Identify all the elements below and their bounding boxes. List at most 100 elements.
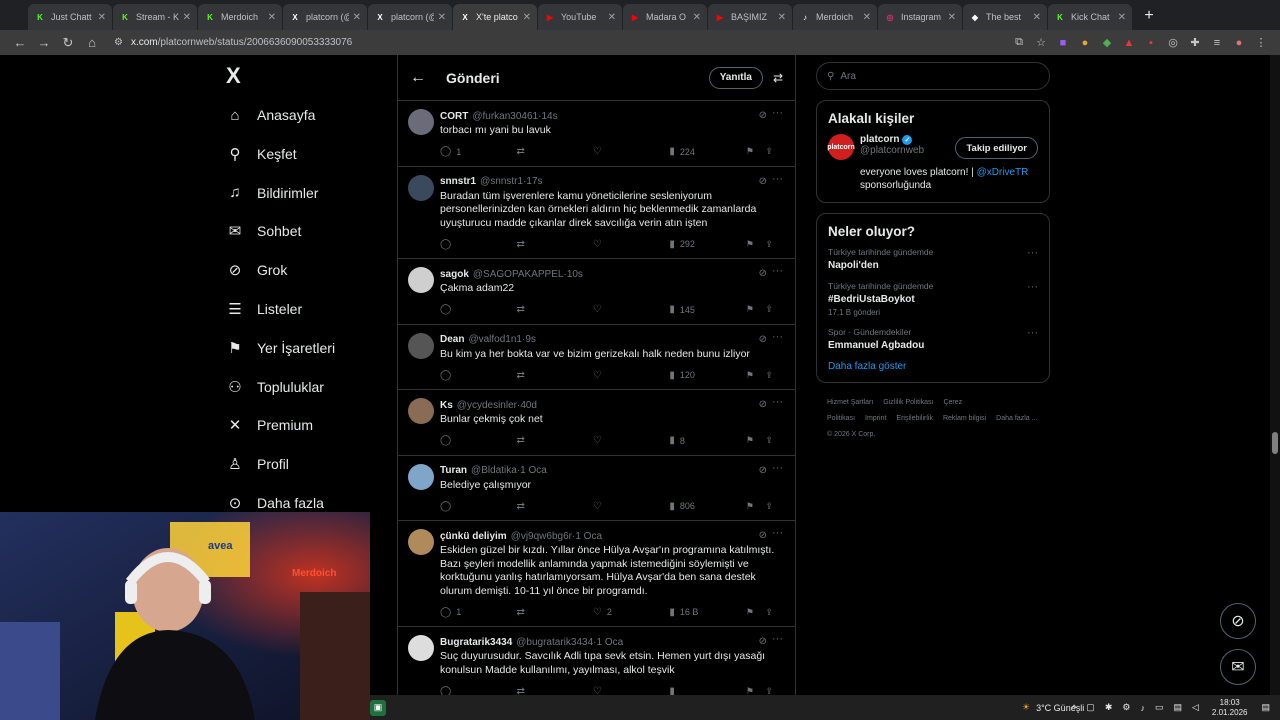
tweet-author-handle[interactable]: @furkan30461 bbox=[472, 111, 538, 122]
reply-button[interactable]: ◯ bbox=[440, 435, 516, 446]
avatar[interactable] bbox=[408, 398, 434, 424]
sidebar-item-list[interactable]: ☰ Listeler bbox=[226, 295, 302, 323]
reply-button[interactable]: ◯ bbox=[440, 304, 516, 315]
sidebar-item-x-premium[interactable]: ✕ Premium bbox=[226, 411, 313, 439]
grok-icon[interactable]: ⊘ bbox=[759, 176, 767, 187]
like-button[interactable]: ♡ bbox=[593, 686, 669, 696]
like-button[interactable]: ♡ bbox=[593, 501, 669, 512]
share-icon[interactable]: ⇪ bbox=[765, 501, 785, 512]
avatar[interactable] bbox=[408, 463, 434, 490]
home-icon[interactable]: ⌂ bbox=[80, 35, 104, 50]
tweet-time[interactable]: 17s bbox=[526, 176, 542, 187]
taskbar-clock[interactable]: 18:03 2.01.2026 bbox=[1212, 698, 1248, 718]
tweet-time[interactable]: 1 Oca bbox=[575, 531, 602, 542]
bookmark-icon[interactable]: ⚑ bbox=[746, 146, 766, 157]
tweet[interactable]: snnstr1 @snnstr1 · 17s ⊘ ··· Buradan tüm işv… bbox=[398, 167, 795, 259]
like-button[interactable]: ♡ bbox=[593, 239, 669, 250]
tray-app-icon[interactable]: ▭ bbox=[1155, 702, 1164, 713]
tweet-author-handle[interactable]: @snnstr1 bbox=[480, 176, 523, 187]
forward-icon[interactable]: → bbox=[32, 35, 56, 50]
tweet-time[interactable]: 1 Oca bbox=[520, 465, 547, 476]
footer-link[interactable]: Reklam bilgisi bbox=[943, 415, 986, 422]
bookmark-icon[interactable]: ⚑ bbox=[746, 304, 766, 315]
tab-close-icon[interactable]: ✕ bbox=[693, 12, 701, 23]
trend-item[interactable]: Türkiye tarihinde gündemde Napoli'den ··· bbox=[828, 247, 1038, 271]
tweet-author-name[interactable]: çünkü deliyim bbox=[440, 531, 507, 542]
avatar[interactable] bbox=[408, 332, 434, 359]
browser-tab[interactable]: ♪ Merdoich ✕ bbox=[793, 4, 877, 30]
tweet[interactable]: çünkü deliyim @vj9qw6bg6r · 1 Oca ⊘ ··· Eski… bbox=[398, 521, 795, 627]
more-options-icon[interactable]: ··· bbox=[772, 462, 783, 474]
extensions-puzzle-icon[interactable]: ✚ bbox=[1184, 36, 1206, 49]
like-button[interactable]: ♡ bbox=[593, 304, 669, 315]
share-icon[interactable]: ⇪ bbox=[765, 370, 785, 381]
more-options-icon[interactable]: ··· bbox=[772, 173, 783, 185]
retweet-button[interactable]: ⇄ bbox=[516, 146, 592, 157]
trend-item[interactable]: Türkiye tarihinde gündemde #BedriUstaBoyk… bbox=[828, 281, 1038, 317]
browser-tab[interactable]: ◆ The best ✕ bbox=[963, 4, 1047, 30]
browser-tab[interactable]: ▶ BAŞIMIZ ✕ bbox=[708, 4, 792, 30]
scrollbar-thumb[interactable] bbox=[1272, 432, 1278, 454]
more-options-icon[interactable]: ··· bbox=[772, 331, 783, 343]
tweet-author-name[interactable]: Bugratarik3434 bbox=[440, 637, 512, 648]
like-button[interactable]: ♡ 2 bbox=[593, 607, 669, 618]
retweet-button[interactable]: ⇄ bbox=[516, 370, 592, 381]
grok-icon[interactable]: ⊘ bbox=[759, 268, 767, 279]
avatar[interactable] bbox=[408, 109, 434, 135]
reply-button[interactable]: ◯ 1 bbox=[440, 146, 516, 157]
tweet-author-handle[interactable]: @ycydesinler bbox=[457, 400, 517, 411]
avatar[interactable] bbox=[408, 529, 434, 555]
reply-button[interactable]: ◯ bbox=[440, 370, 516, 381]
grok-icon[interactable]: ⊘ bbox=[759, 110, 767, 121]
sidebar-item-profile[interactable]: ♙ Profil bbox=[226, 450, 289, 478]
retweet-button[interactable]: ⇄ bbox=[516, 239, 592, 250]
avatar[interactable] bbox=[408, 174, 434, 201]
footer-link[interactable]: Erişilebilirlik bbox=[896, 415, 933, 422]
more-options-icon[interactable]: ··· bbox=[1027, 327, 1038, 339]
reply-button[interactable]: ◯ bbox=[440, 686, 516, 696]
tweet-author-name[interactable]: Ks bbox=[440, 400, 453, 411]
tray-app-icon[interactable]: ⚙ bbox=[1122, 702, 1130, 713]
tweet-author-name[interactable]: Turan bbox=[440, 465, 467, 476]
avatar[interactable] bbox=[408, 267, 434, 293]
extension-icon[interactable]: ▲ bbox=[1118, 37, 1140, 49]
tray-app-icon[interactable]: ✱ bbox=[1105, 702, 1113, 713]
bookmark-icon[interactable]: ⚑ bbox=[746, 370, 766, 381]
tab-close-icon[interactable]: ✕ bbox=[98, 12, 106, 23]
sidebar-item-mail[interactable]: ✉ Sohbet bbox=[226, 217, 302, 245]
reload-icon[interactable]: ↻ bbox=[56, 35, 80, 51]
media-icon[interactable]: ≡ bbox=[1206, 37, 1228, 49]
footer-link[interactable]: Imprint bbox=[865, 415, 886, 422]
share-icon[interactable]: ⇪ bbox=[765, 686, 785, 696]
tab-close-icon[interactable]: ✕ bbox=[438, 12, 446, 23]
grok-icon[interactable]: ⊘ bbox=[759, 465, 767, 476]
tab-close-icon[interactable]: ✕ bbox=[948, 12, 956, 23]
more-options-icon[interactable]: ··· bbox=[772, 396, 783, 408]
bookmark-icon[interactable]: ⚑ bbox=[746, 239, 766, 250]
retweet-button[interactable]: ⇄ bbox=[516, 686, 592, 696]
bookmark-star-icon[interactable]: ☆ bbox=[1030, 36, 1052, 49]
footer-link[interactable]: Hizmet Şartları bbox=[827, 399, 873, 406]
sidebar-item-bell[interactable]: ♫ Bildirimler bbox=[226, 179, 318, 207]
profile-avatar-icon[interactable]: ● bbox=[1228, 37, 1250, 49]
extension-icon[interactable]: ● bbox=[1074, 37, 1096, 49]
retweet-button[interactable]: ⇄ bbox=[516, 304, 592, 315]
browser-tab[interactable]: ▶ YouTube ✕ bbox=[538, 4, 622, 30]
browser-tab[interactable]: K Kick Chat ✕ bbox=[1048, 4, 1132, 30]
browser-menu-icon[interactable]: ⋮ bbox=[1250, 36, 1272, 49]
extension-icon[interactable]: ▪ bbox=[1140, 37, 1162, 49]
tweet-author-handle[interactable]: @valfod1n1 bbox=[468, 334, 522, 345]
tweet[interactable]: CORT @furkan30461 · 14s ⊘ ··· torbacı mı yan… bbox=[398, 101, 795, 167]
address-bar[interactable]: ⚙ x.com/platcornweb/status/2006636090053… bbox=[114, 32, 1008, 53]
grok-icon[interactable]: ⊘ bbox=[759, 334, 767, 345]
grok-icon[interactable]: ⊘ bbox=[759, 399, 767, 410]
views-button[interactable]: ▮ bbox=[669, 686, 745, 696]
tweet-author-name[interactable]: sagok bbox=[440, 269, 469, 280]
views-button[interactable]: ▮ 292 bbox=[669, 239, 745, 250]
tweet-time[interactable]: 9s bbox=[525, 334, 536, 345]
tweet-author-handle[interactable]: @Bldatika bbox=[471, 465, 517, 476]
avatar[interactable]: platcorn bbox=[827, 134, 855, 160]
views-button[interactable]: ▮ 145 bbox=[669, 304, 745, 315]
tab-close-icon[interactable]: ✕ bbox=[608, 12, 616, 23]
back-icon[interactable]: ← bbox=[8, 35, 32, 50]
